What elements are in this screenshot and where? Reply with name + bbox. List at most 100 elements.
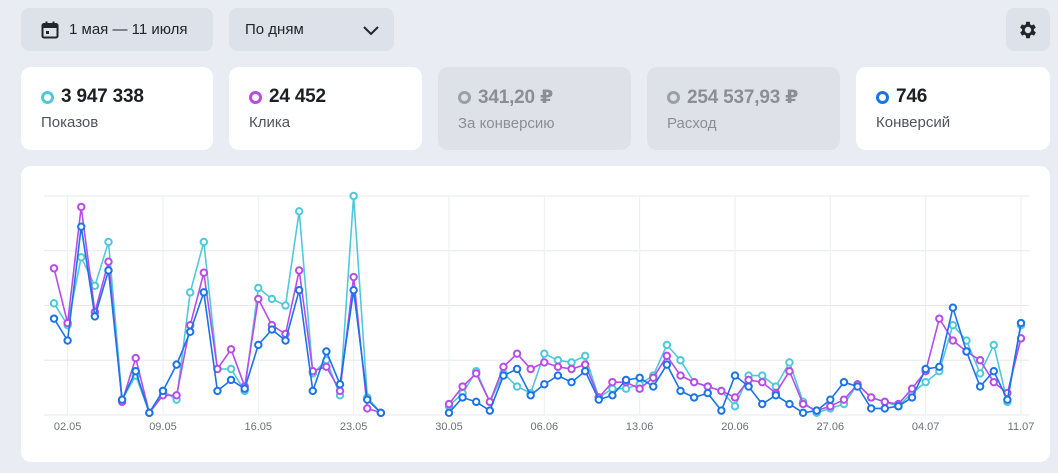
metric-card-spend[interactable]: 254 537,93 ₽ Расход bbox=[647, 67, 840, 150]
data-point bbox=[308, 386, 317, 396]
data-point bbox=[145, 408, 154, 418]
data-point bbox=[567, 364, 576, 374]
data-point bbox=[853, 382, 862, 391]
x-tick-label: 06.06 bbox=[531, 421, 559, 433]
data-point bbox=[935, 362, 944, 372]
data-point bbox=[703, 382, 712, 391]
data-point bbox=[730, 371, 740, 380]
data-point bbox=[267, 294, 277, 304]
metric-value: 24 452 bbox=[269, 86, 326, 107]
data-point bbox=[866, 404, 876, 413]
data-point bbox=[553, 362, 563, 372]
data-point bbox=[294, 266, 304, 275]
data-point bbox=[635, 373, 644, 382]
data-point bbox=[676, 371, 685, 380]
data-point bbox=[744, 382, 753, 391]
data-point bbox=[621, 384, 631, 393]
data-point bbox=[104, 257, 113, 266]
data-point bbox=[322, 362, 331, 372]
data-point bbox=[512, 349, 522, 358]
x-tick-label: 16.05 bbox=[245, 421, 273, 433]
data-point bbox=[580, 367, 590, 376]
data-point bbox=[948, 321, 958, 330]
data-point bbox=[499, 362, 508, 372]
data-point bbox=[553, 356, 563, 365]
data-point bbox=[948, 303, 958, 312]
data-point bbox=[512, 382, 522, 391]
data-point bbox=[512, 364, 522, 374]
data-point bbox=[376, 408, 386, 418]
data-point bbox=[744, 375, 753, 385]
data-point bbox=[621, 375, 631, 385]
data-point bbox=[444, 408, 454, 418]
data-point bbox=[526, 391, 535, 400]
date-range-button[interactable]: 1 мая — 11 июля bbox=[21, 8, 213, 51]
data-point bbox=[240, 384, 249, 393]
data-point bbox=[785, 358, 794, 367]
series-line bbox=[53, 225, 382, 414]
metric-card-cost-per-conversion[interactable]: 341,20 ₽ За конверсию bbox=[438, 67, 631, 150]
data-point bbox=[730, 402, 740, 411]
metric-value: 746 bbox=[896, 86, 928, 107]
metric-label: За конверсию bbox=[458, 115, 555, 132]
data-point bbox=[49, 299, 59, 308]
data-point bbox=[526, 364, 535, 374]
data-point bbox=[117, 395, 127, 404]
data-point bbox=[458, 382, 467, 391]
data-point bbox=[444, 399, 454, 409]
data-point bbox=[185, 327, 195, 336]
data-point bbox=[717, 406, 726, 415]
data-point bbox=[540, 358, 549, 367]
data-point bbox=[458, 393, 467, 402]
data-point bbox=[267, 325, 277, 334]
metric-card-impressions[interactable]: 3 947 338 Показов bbox=[21, 67, 213, 150]
data-point bbox=[363, 404, 372, 413]
data-point bbox=[131, 367, 140, 376]
data-point bbox=[158, 386, 168, 396]
data-point bbox=[213, 386, 222, 396]
data-point bbox=[662, 351, 672, 361]
data-point bbox=[649, 373, 658, 382]
data-point bbox=[472, 397, 481, 407]
x-tick-label: 04.07 bbox=[912, 421, 940, 433]
data-point bbox=[226, 364, 236, 374]
series-line bbox=[53, 206, 382, 414]
data-point bbox=[104, 266, 113, 275]
data-point bbox=[839, 377, 849, 387]
data-point bbox=[226, 345, 236, 354]
data-point bbox=[758, 377, 767, 387]
data-point bbox=[281, 301, 290, 310]
data-point bbox=[608, 377, 617, 387]
data-point bbox=[676, 386, 685, 396]
data-point bbox=[907, 393, 917, 402]
line-chart[interactable]: 02.05 09.05 16.05 23.05 30.05 06.06 13.06 20.06… bbox=[21, 166, 1050, 462]
data-point bbox=[1003, 395, 1012, 404]
data-point bbox=[349, 272, 358, 282]
data-point bbox=[254, 340, 263, 350]
metric-card-conversions[interactable]: 746 Конверсий bbox=[856, 67, 1050, 150]
data-point bbox=[131, 353, 140, 363]
data-point bbox=[880, 404, 890, 413]
settings-button[interactable] bbox=[1006, 8, 1050, 51]
data-point bbox=[839, 395, 849, 404]
series-0 bbox=[49, 191, 1026, 418]
data-point bbox=[608, 391, 617, 400]
data-point bbox=[172, 391, 181, 400]
data-point bbox=[254, 294, 263, 304]
data-point bbox=[717, 386, 726, 396]
data-point bbox=[226, 375, 236, 385]
data-point bbox=[63, 336, 72, 345]
data-point bbox=[540, 380, 549, 389]
data-point bbox=[49, 314, 59, 323]
data-point bbox=[90, 281, 100, 290]
data-point bbox=[812, 406, 821, 415]
data-point bbox=[540, 349, 549, 358]
data-point bbox=[594, 395, 603, 404]
grouping-select[interactable]: По дням bbox=[229, 8, 394, 51]
data-point bbox=[676, 356, 685, 365]
metric-card-clicks[interactable]: 24 452 Клика bbox=[229, 67, 422, 150]
metric-label: Расход bbox=[667, 115, 717, 132]
data-point bbox=[921, 364, 930, 374]
data-point bbox=[975, 356, 985, 365]
data-point bbox=[894, 402, 903, 411]
